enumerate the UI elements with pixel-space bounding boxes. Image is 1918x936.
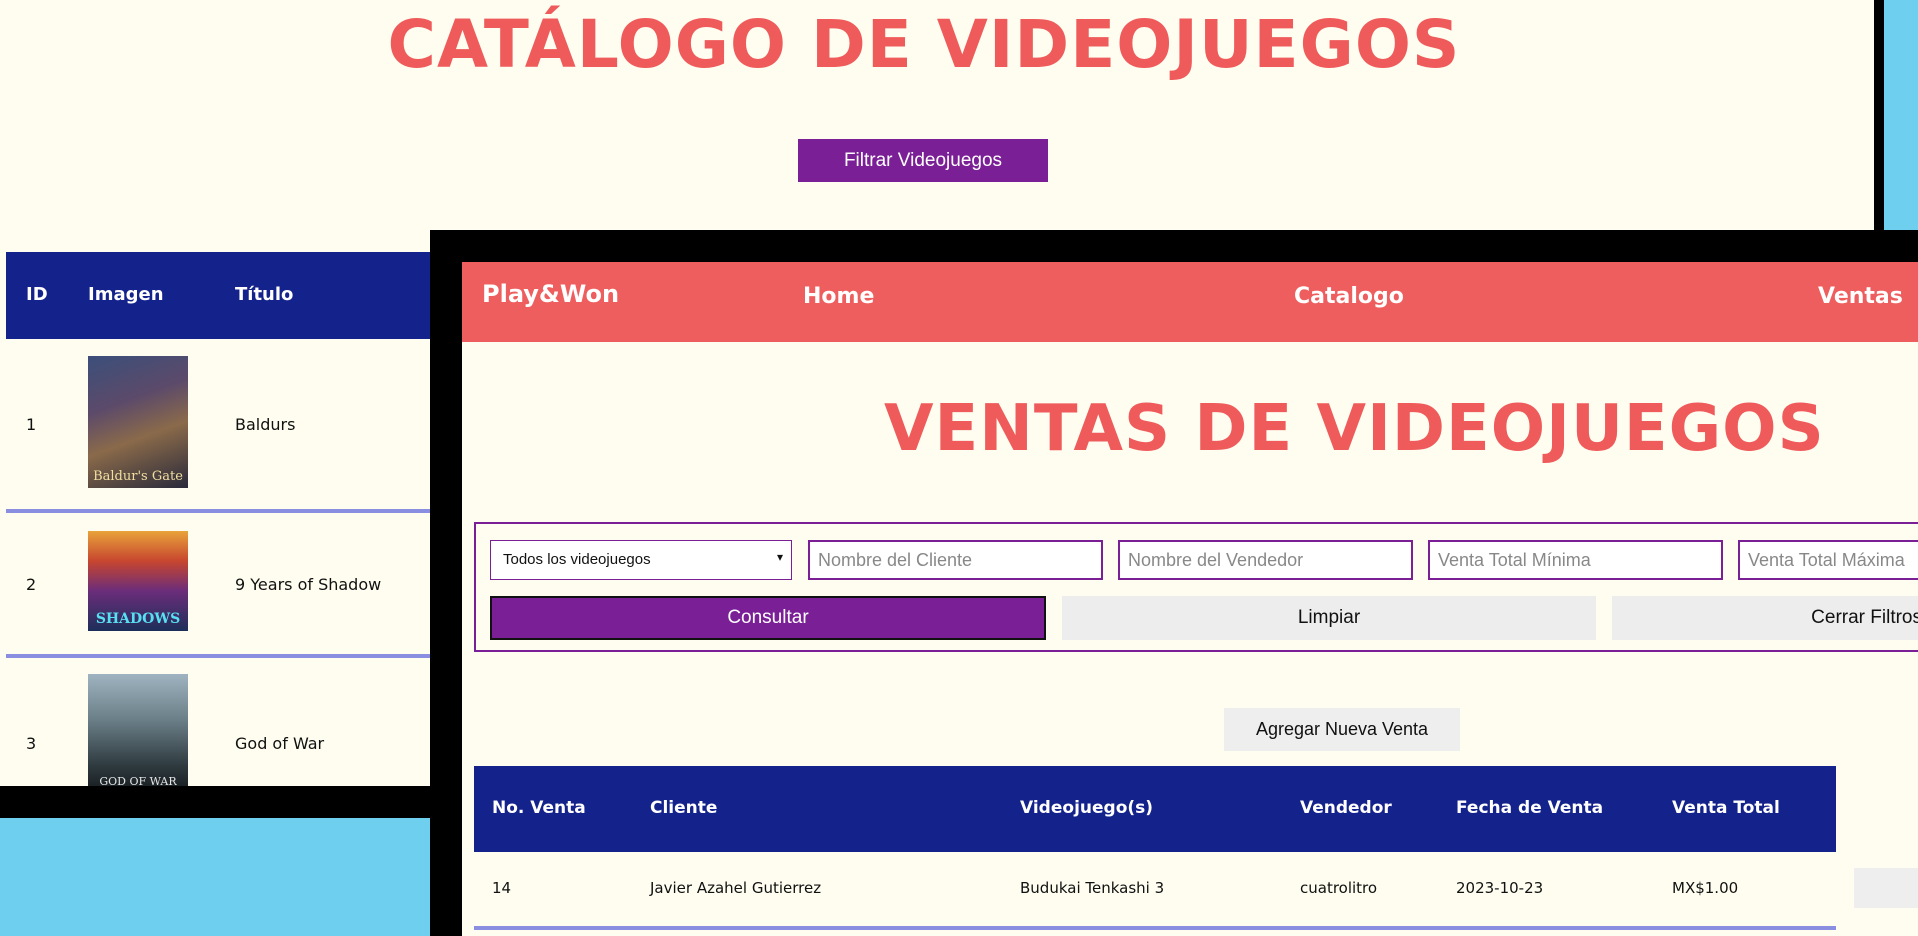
table-row: 14 Javier Azahel Gutierrez Budukai Tenka…: [474, 852, 1836, 930]
window-border: [0, 786, 430, 818]
chevron-down-icon: ▾: [776, 550, 783, 564]
column-image: Imagen: [88, 284, 164, 305]
column-videojuegos: Videojuego(s): [1020, 798, 1154, 818]
sales-table-header: No. Venta Cliente Videojuego(s) Vendedor…: [474, 766, 1836, 852]
row-id: 3: [26, 734, 37, 753]
game-cover-image: Baldur's Gate: [88, 356, 188, 488]
ventas-title: VENTAS DE VIDEOJUEGOS: [884, 392, 1825, 466]
cell-venta-total: MX$1.00: [1672, 879, 1739, 897]
venta-min-input[interactable]: Venta Total Mínima: [1428, 540, 1723, 580]
site-logo[interactable]: Play&Won: [482, 280, 619, 308]
navbar: Play&Won Home Catalogo Ventas: [462, 262, 1918, 342]
row-title: 9 Years of Shadow: [235, 575, 382, 594]
window-edge: [1874, 0, 1918, 230]
column-cliente: Cliente: [650, 798, 718, 818]
game-cover-image: SHADOWS: [88, 531, 188, 631]
add-sale-button[interactable]: Agregar Nueva Venta: [1224, 708, 1460, 751]
table-row: 2 SHADOWS 9 Years of Shadow: [6, 513, 430, 658]
cliente-input[interactable]: Nombre del Cliente: [808, 540, 1103, 580]
column-vendedor: Vendedor: [1300, 798, 1392, 818]
nav-ventas[interactable]: Ventas: [1818, 284, 1903, 309]
row-action-button[interactable]: [1854, 868, 1918, 908]
cerrar-filtros-button[interactable]: Cerrar Filtros: [1612, 596, 1918, 640]
row-title: Baldurs: [235, 415, 296, 434]
catalog-table-header: ID Imagen Título: [6, 252, 430, 339]
row-title: God of War: [235, 734, 325, 753]
consultar-button[interactable]: Consultar: [490, 596, 1046, 640]
row-id: 1: [26, 415, 37, 434]
table-row: 1 Baldur's Gate Baldurs: [6, 339, 430, 513]
ventas-window: Play&Won Home Catalogo Ventas VENTAS DE …: [462, 262, 1918, 936]
column-id: ID: [26, 284, 48, 305]
nav-catalogo[interactable]: Catalogo: [1294, 284, 1404, 309]
table-row: 3 GOD OF WAR God of War: [6, 658, 430, 788]
filters-panel: Todos los videojuegos ▾ Nombre del Clien…: [474, 522, 1918, 652]
catalog-title: CATÁLOGO DE VIDEOJUEGOS: [387, 6, 1461, 83]
game-cover-image: GOD OF WAR: [88, 674, 188, 788]
column-venta-total: Venta Total: [1672, 798, 1780, 818]
desktop-background: [0, 818, 430, 936]
vendedor-input[interactable]: Nombre del Vendedor: [1118, 540, 1413, 580]
column-no-venta: No. Venta: [492, 798, 586, 818]
column-fecha: Fecha de Venta: [1456, 798, 1604, 818]
nav-home[interactable]: Home: [803, 284, 874, 309]
select-value: Todos los videojuegos: [503, 551, 651, 568]
row-id: 2: [26, 575, 37, 594]
venta-max-input[interactable]: Venta Total Máxima: [1738, 540, 1918, 580]
cell-no-venta: 14: [492, 879, 512, 897]
videogame-select[interactable]: Todos los videojuegos ▾: [490, 540, 792, 580]
limpiar-button[interactable]: Limpiar: [1062, 596, 1596, 640]
cell-cliente: Javier Azahel Gutierrez: [650, 879, 822, 897]
cell-fecha: 2023-10-23: [1456, 879, 1544, 897]
catalog-table: ID Imagen Título 1 Baldur's Gate Baldurs…: [6, 252, 430, 788]
cell-videojuegos: Budukai Tenkashi 3: [1020, 879, 1165, 897]
cell-vendedor: cuatrolitro: [1300, 879, 1378, 897]
column-title: Título: [235, 284, 294, 305]
filter-videogames-button[interactable]: Filtrar Videojuegos: [798, 139, 1048, 182]
